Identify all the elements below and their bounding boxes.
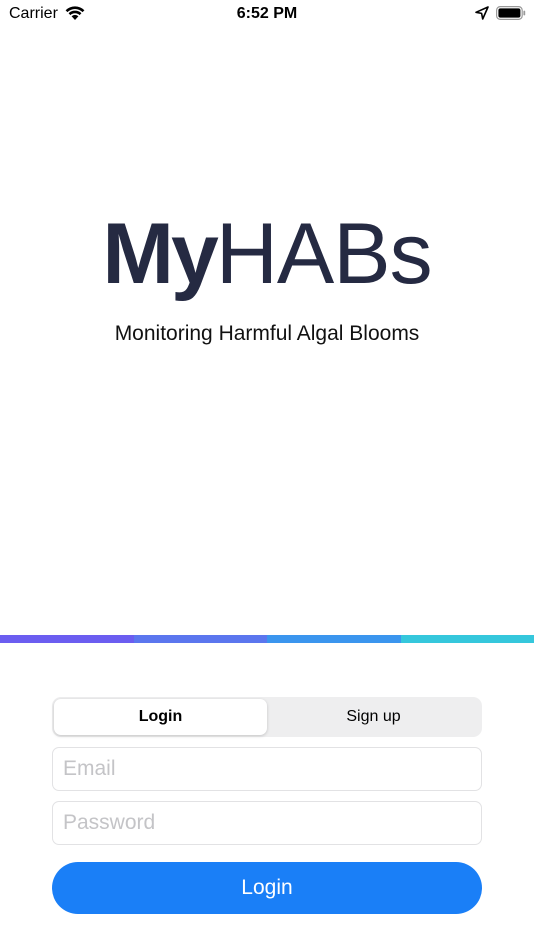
password-field[interactable] bbox=[52, 801, 482, 845]
gradient-divider bbox=[0, 635, 534, 643]
divider-segment bbox=[133, 635, 267, 643]
divider-segment bbox=[0, 635, 134, 643]
app-logo: MyHABs bbox=[0, 204, 534, 304]
auth-mode-switch: Login Sign up bbox=[52, 697, 482, 737]
divider-segment bbox=[267, 635, 401, 643]
login-screen: Carrier 6:52 PM MyHABs Monitoring Harmfu… bbox=[0, 0, 534, 950]
divider-segment bbox=[400, 635, 534, 643]
logo-light-part: HABs bbox=[215, 206, 433, 302]
battery-icon bbox=[496, 6, 526, 20]
tab-login[interactable]: Login bbox=[54, 699, 267, 735]
clock: 6:52 PM bbox=[236, 5, 298, 22]
email-field[interactable] bbox=[52, 747, 482, 791]
tab-sign-up[interactable]: Sign up bbox=[267, 699, 480, 735]
login-button[interactable]: Login bbox=[52, 862, 482, 914]
app-tagline: Monitoring Harmful Algal Blooms bbox=[114, 322, 420, 345]
status-bar: Carrier 6:52 PM bbox=[0, 0, 534, 28]
location-arrow-icon bbox=[475, 6, 489, 20]
logo-bold-part: My bbox=[102, 206, 218, 302]
